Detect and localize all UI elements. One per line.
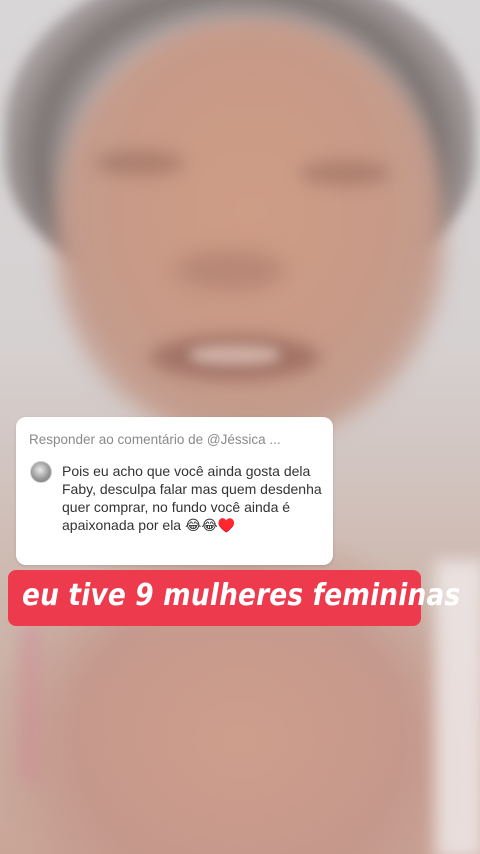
reply-header: Responder ao comentário de @Jéssica ... (29, 432, 281, 447)
video-shirt-strap-left-region (20, 620, 40, 780)
reply-comment-card[interactable]: Responder ao comentário de @Jéssica ... … (16, 417, 333, 565)
reply-comment-text: Pois eu acho que você ainda gosta dela F… (62, 463, 322, 533)
video-nose-region (175, 250, 285, 290)
video-screen[interactable]: Responder ao comentário de @Jéssica ... … (0, 0, 480, 854)
commenter-avatar-icon (30, 461, 52, 483)
video-teeth-region (190, 345, 280, 365)
caption-banner: eu tive 9 mulheres femininas (8, 570, 460, 626)
caption-text: eu tive 9 mulheres femininas (22, 578, 461, 613)
video-left-eye-region (95, 150, 185, 176)
video-right-eye-region (300, 160, 390, 186)
